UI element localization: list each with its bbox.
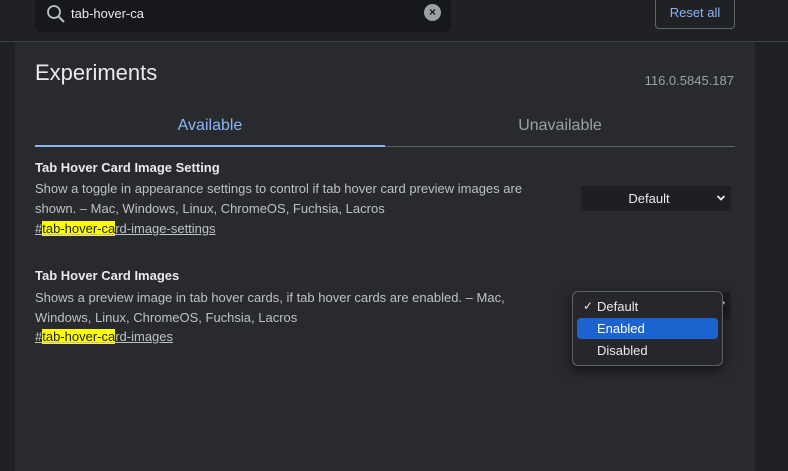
option-disabled[interactable]: Disabled	[577, 340, 718, 361]
option-enabled[interactable]: Enabled	[577, 318, 718, 339]
experiment-select[interactable]: Default	[581, 186, 731, 211]
tab-unavailable[interactable]: Unavailable	[385, 117, 735, 135]
option-label: Disabled	[597, 343, 648, 358]
page-title: Experiments	[35, 60, 158, 85]
experiment-name: Tab Hover Card Image Setting	[35, 160, 220, 175]
tab-available[interactable]: Available	[35, 117, 385, 135]
option-label: Default	[597, 299, 639, 314]
link-rest: rd-image-settings	[115, 221, 216, 236]
link-rest: rd-images	[115, 329, 174, 344]
checkmark-icon: ✓	[583, 299, 594, 313]
experiments-panel	[15, 42, 755, 471]
search-icon	[47, 5, 65, 23]
search-input[interactable]	[71, 6, 411, 21]
select-value: Default	[628, 191, 670, 206]
reset-all-button[interactable]: Reset all	[655, 0, 735, 29]
experiment-description: Show a toggle in appearance settings to …	[35, 181, 523, 216]
search-highlight: tab-hover-ca	[42, 329, 116, 344]
tab-active-indicator	[35, 145, 385, 147]
version-label: 116.0.5845.187	[644, 73, 734, 88]
experiment-link[interactable]: #tab-hover-card-images	[35, 329, 173, 344]
search-box[interactable]: ×	[35, 0, 451, 32]
search-highlight: tab-hover-ca	[42, 221, 116, 236]
top-bar: × Reset all	[0, 0, 788, 42]
experiment-link[interactable]: #tab-hover-card-image-settings	[35, 221, 216, 236]
select-dropdown-menu: ✓ Default Enabled Disabled	[572, 291, 723, 366]
experiment-name: Tab Hover Card Images	[35, 268, 180, 283]
clear-search-icon[interactable]: ×	[424, 4, 441, 21]
option-label: Enabled	[597, 321, 645, 336]
option-default[interactable]: ✓ Default	[577, 296, 718, 317]
chevron-down-icon	[716, 195, 726, 201]
experiment-description: Shows a preview image in tab hover cards…	[35, 290, 505, 325]
